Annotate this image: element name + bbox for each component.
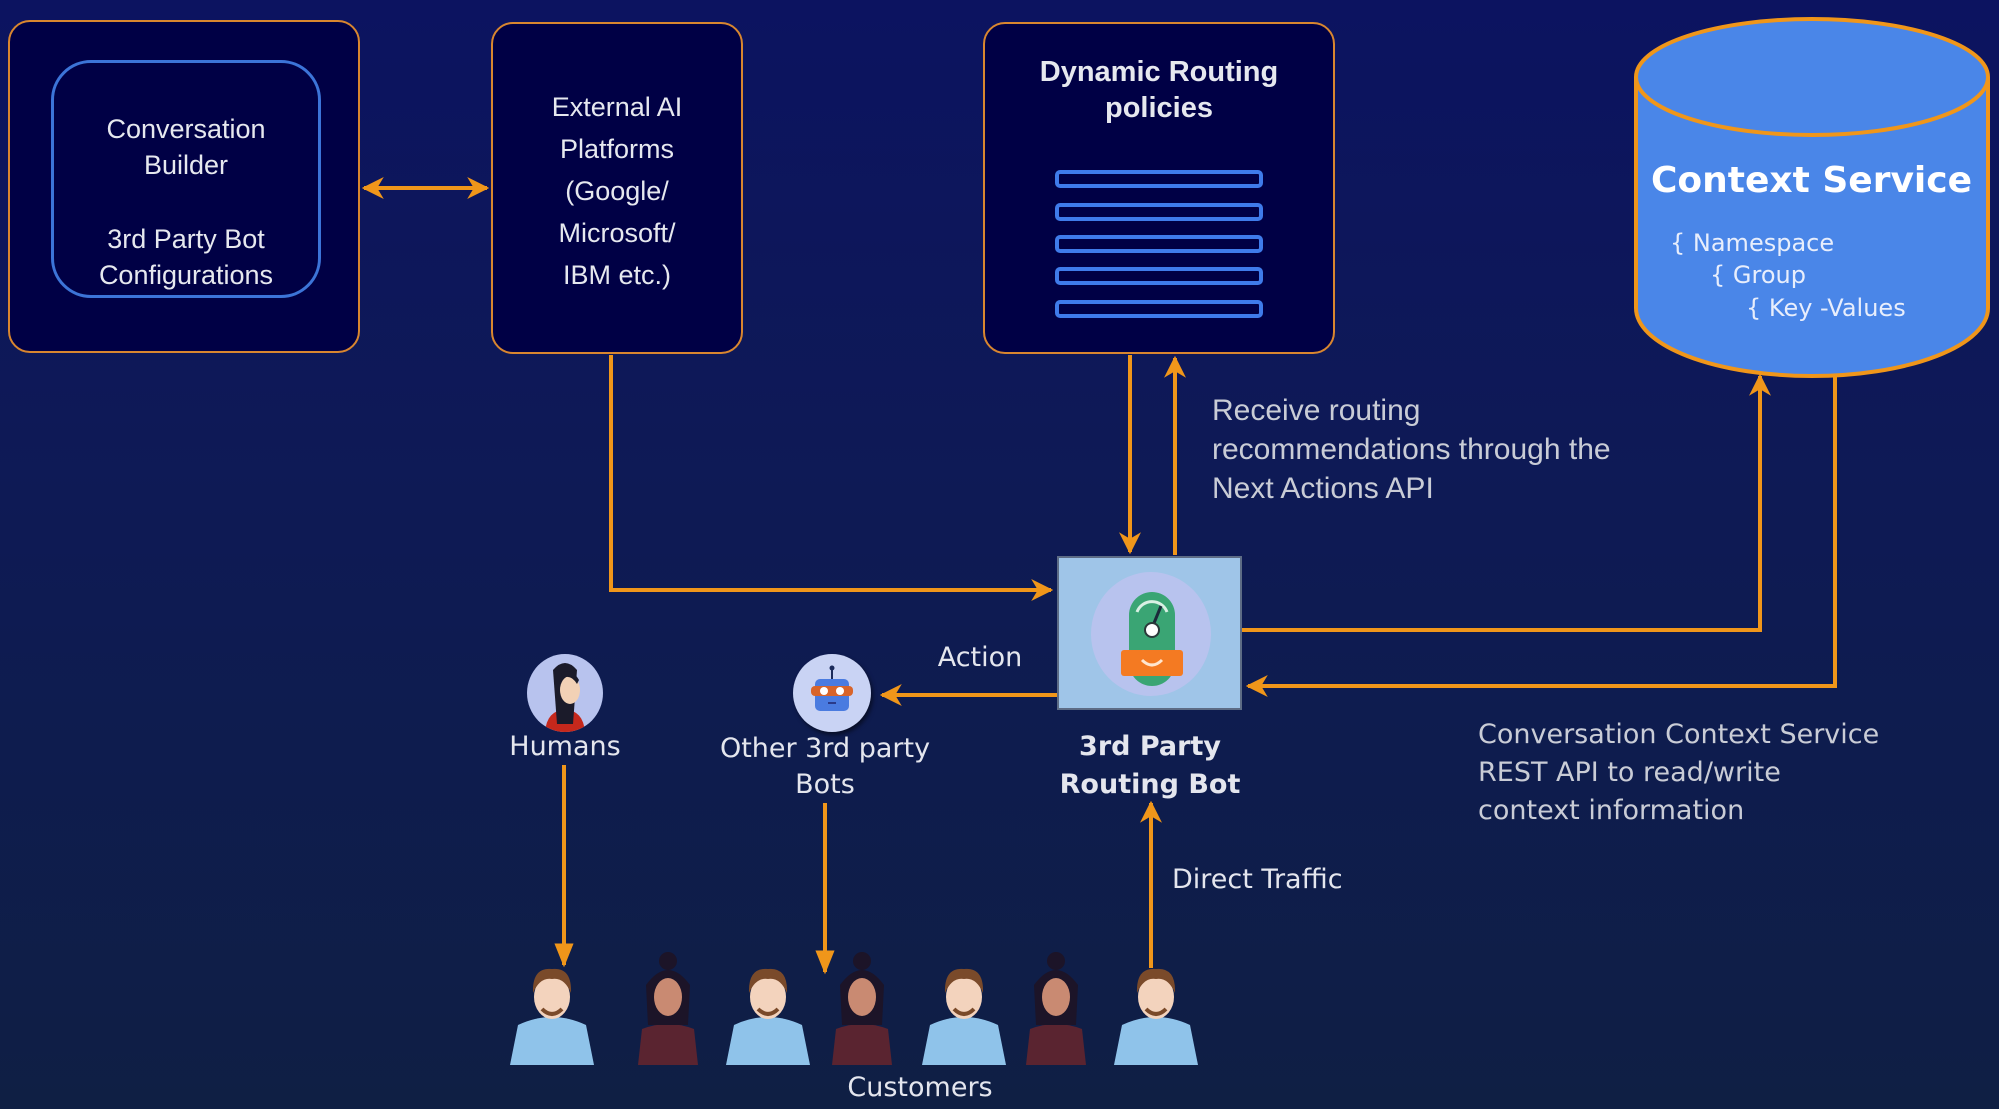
context-api-line-1: Conversation Context Service — [1478, 719, 1880, 750]
context-group: { Group — [1710, 261, 1806, 289]
policy-row-icon — [1055, 267, 1263, 285]
customers-group — [510, 952, 1198, 1065]
external-ai-line-2: Platforms — [559, 134, 675, 164]
routing-bot-label-line-2: Routing Bot — [1059, 769, 1241, 800]
policies-title-line-2: policies — [1105, 92, 1213, 124]
builder-title-line-1: Conversation — [106, 114, 266, 144]
builder-title-line-2: Builder — [143, 150, 229, 180]
external-ai-line-1: External AI — [551, 92, 683, 122]
other-bots-label-line-2: Bots — [795, 769, 855, 800]
external-ai-platforms-panel[interactable]: External AI Platforms (Google/ Microsoft… — [491, 22, 743, 354]
human-agent-avatar-icon — [545, 663, 585, 732]
other-bots-node[interactable] — [793, 654, 871, 732]
other-bots-label-line-1: Other 3rd party — [719, 733, 931, 764]
arrow-external-ai-to-routing-bot — [609, 355, 1054, 601]
customer-woman-icon — [832, 952, 892, 1065]
context-key-values: { Key -Values — [1746, 294, 1906, 322]
humans-label: Humans — [509, 731, 621, 762]
customer-man-icon — [1114, 968, 1198, 1065]
direct-traffic-label: Direct Traffic — [1172, 864, 1343, 895]
customer-man-icon — [510, 968, 594, 1065]
routing-bot-node[interactable] — [1057, 556, 1242, 710]
context-service-title: Context Service — [1650, 160, 1973, 201]
next-actions-line-1: Receive routing — [1212, 394, 1421, 427]
customers-label: Customers — [847, 1072, 993, 1103]
policy-row-icon — [1055, 300, 1263, 318]
next-actions-annotation: Receive routing recommendations through … — [1212, 391, 1611, 508]
customer-man-icon — [922, 968, 1006, 1065]
builder-subtitle-line-1: 3rd Party Bot — [107, 224, 265, 254]
bot-configurations-card[interactable]: Conversation Builder 3rd Party Bot Confi… — [51, 60, 321, 298]
customer-woman-icon — [638, 952, 698, 1065]
context-api-line-2: REST API to read/write — [1478, 757, 1781, 788]
robot-avatar-icon — [811, 665, 853, 711]
routing-bot-label-line-1: 3rd Party — [1079, 731, 1221, 762]
external-ai-line-4: Microsoft/ — [558, 218, 676, 248]
context-namespace: { Namespace — [1670, 229, 1835, 257]
context-api-annotation: Conversation Context Service REST API to… — [1478, 716, 1879, 830]
policy-row-icon — [1055, 170, 1263, 188]
context-api-line-3: context information — [1478, 795, 1745, 826]
policy-row-icon — [1055, 235, 1263, 253]
dynamic-routing-policies-panel[interactable]: Dynamic Routing policies — [983, 22, 1335, 354]
external-ai-line-5: IBM etc.) — [562, 260, 671, 290]
builder-subtitle-line-2: Configurations — [98, 260, 274, 290]
customer-man-icon — [726, 968, 810, 1065]
external-ai-line-3: (Google/ — [565, 176, 669, 206]
routing-bot-label: 3rd Party Routing Bot — [1040, 728, 1260, 804]
action-label: Action — [937, 642, 1023, 673]
conversation-builder-panel[interactable]: Conversation Builder 3rd Party Bot Confi… — [8, 20, 360, 353]
next-actions-line-3: Next Actions API — [1212, 472, 1434, 505]
policies-title-line-1: Dynamic Routing — [1039, 56, 1279, 88]
policy-row-icon — [1055, 203, 1263, 221]
customer-woman-icon — [1026, 952, 1086, 1065]
next-actions-line-2: recommendations through the — [1212, 433, 1611, 466]
other-bots-label: Other 3rd party Bots — [705, 731, 945, 803]
routing-bot-icon — [1121, 592, 1183, 686]
humans-node[interactable] — [527, 654, 603, 732]
